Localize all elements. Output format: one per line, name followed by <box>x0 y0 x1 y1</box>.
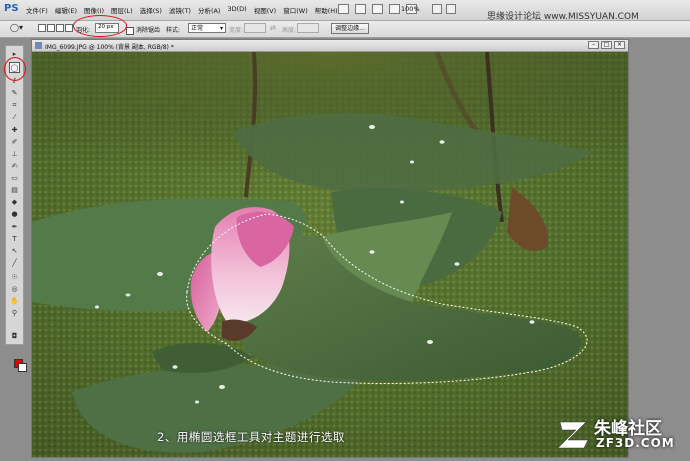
document-title: IMG_6099.JPG @ 100% (背景 副本, RGB/8) * <box>45 44 174 51</box>
3d-orbit-tool-icon[interactable]: ◎ <box>9 284 20 295</box>
quick-mask-icon[interactable]: ◘ <box>9 331 20 342</box>
background-color-swatch[interactable] <box>18 363 27 372</box>
close-icon[interactable]: × <box>614 41 625 49</box>
zoom-tool-icon[interactable] <box>389 4 400 14</box>
history-brush-tool-icon[interactable]: ✍ <box>9 161 20 172</box>
intersect-selection-icon[interactable] <box>65 24 73 32</box>
quick-selection-tool-icon[interactable]: ✎ <box>9 88 20 99</box>
photoshop-logo: PS <box>4 3 19 14</box>
menu-list: 文件(F) 编辑(E) 图像(I) 图层(L) 选择(S) 滤镜(T) 分析(A… <box>26 5 338 15</box>
antialias-label: 消除锯齿 <box>136 27 161 34</box>
add-to-selection-icon[interactable] <box>47 24 55 32</box>
menu-window[interactable]: 窗口(W) <box>283 5 308 15</box>
menu-3d[interactable]: 3D(D) <box>227 5 246 15</box>
document-window: IMG_6099.JPG @ 100% (背景 副本, RGB/8) * – □… <box>31 39 629 458</box>
new-selection-icon[interactable] <box>38 24 46 32</box>
healing-brush-tool-icon[interactable]: ✚ <box>9 125 20 136</box>
menu-edit[interactable]: 编辑(E) <box>55 5 77 15</box>
height-input[interactable] <box>297 23 319 33</box>
width-input[interactable] <box>244 23 266 33</box>
clone-stamp-tool-icon[interactable]: ⊥ <box>9 149 20 160</box>
zf3d-logo-icon <box>557 421 589 449</box>
tutorial-step-caption: 2、用椭圆选框工具对主题进行选取 <box>157 430 345 444</box>
bridge-icon[interactable] <box>338 4 349 14</box>
document-tab[interactable]: IMG_6099.JPG @ 100% (背景 副本, RGB/8) * – □… <box>32 40 628 52</box>
path-selection-tool-icon[interactable]: ↖ <box>9 246 20 257</box>
menu-analysis[interactable]: 分析(A) <box>198 5 221 15</box>
shape-tool-icon[interactable]: ╱ <box>9 258 20 269</box>
dodge-tool-icon[interactable]: ● <box>9 209 20 220</box>
window-controls <box>432 4 456 14</box>
menu-view[interactable]: 视图(V) <box>254 5 277 15</box>
arrange-documents-icon[interactable] <box>432 4 442 14</box>
menu-select[interactable]: 选择(S) <box>140 5 162 15</box>
gradient-tool-icon[interactable]: ▤ <box>9 185 20 196</box>
zoom-tool-icon[interactable]: ⚲ <box>9 308 20 319</box>
feather-highlight-circle <box>73 15 127 37</box>
menu-help[interactable]: 帮助(H) <box>315 5 338 15</box>
menu-file[interactable]: 文件(F) <box>26 5 48 15</box>
width-label: 宽度: <box>229 27 244 34</box>
brush-tool-icon[interactable]: ✐ <box>9 137 20 148</box>
antialias-checkbox[interactable]: 消除锯齿 <box>126 25 160 35</box>
3d-rotate-tool-icon[interactable]: ☉ <box>9 272 20 283</box>
minimize-icon[interactable]: – <box>588 41 599 49</box>
menu-image[interactable]: 图像(I) <box>84 5 104 15</box>
maximize-icon[interactable]: □ <box>601 41 612 49</box>
logo-domain: ZF3D.COM <box>596 436 675 450</box>
mini-bridge-icon[interactable] <box>355 4 366 14</box>
chevron-down-icon: ▾ <box>219 25 223 32</box>
refine-edge-button[interactable]: 调整边缘... <box>331 23 369 34</box>
style-value: 正常 <box>191 25 204 32</box>
eraser-tool-icon[interactable]: ▭ <box>9 173 20 184</box>
subtract-from-selection-icon[interactable] <box>56 24 64 32</box>
menu-filter[interactable]: 滤镜(T) <box>169 5 191 15</box>
type-tool-icon[interactable]: T <box>9 234 20 245</box>
zf3d-logo: 朱峰社区 ZF3D.COM <box>556 414 688 460</box>
pen-tool-icon[interactable]: ✒ <box>9 222 20 233</box>
eyedropper-tool-icon[interactable]: ⁄ <box>9 112 20 123</box>
document-window-controls: – □ × <box>588 41 625 49</box>
menu-layer[interactable]: 图层(L) <box>111 5 133 15</box>
style-label: 样式: <box>166 27 181 34</box>
hand-tool-icon[interactable] <box>372 4 383 14</box>
style-select[interactable]: 正常 ▾ <box>188 23 226 33</box>
document-icon <box>35 42 42 49</box>
marquee-tool-highlight-circle <box>4 57 26 81</box>
checkbox-icon <box>126 26 134 35</box>
hand-tool-icon[interactable]: ✋ <box>9 296 20 307</box>
toolbox: ▸ ◯ ℓ ✎ ⌗ ⁄ ✚ ✐ ⊥ ✍ ▭ ▤ ◆ ● ✒ T ↖ ╱ ☉ ◎ … <box>5 45 27 372</box>
zoom-level[interactable]: 100% <box>401 5 420 13</box>
swap-arrows-icon[interactable]: ⇄ <box>270 24 276 32</box>
crop-tool-icon[interactable]: ⌗ <box>9 100 20 111</box>
screen-mode-icon[interactable] <box>446 4 456 14</box>
blur-tool-icon[interactable]: ◆ <box>9 197 20 208</box>
height-label: 高度: <box>282 27 297 34</box>
photo-canvas[interactable] <box>32 52 628 457</box>
elliptical-marquee-preset-icon[interactable]: ◯▾ <box>10 23 30 34</box>
